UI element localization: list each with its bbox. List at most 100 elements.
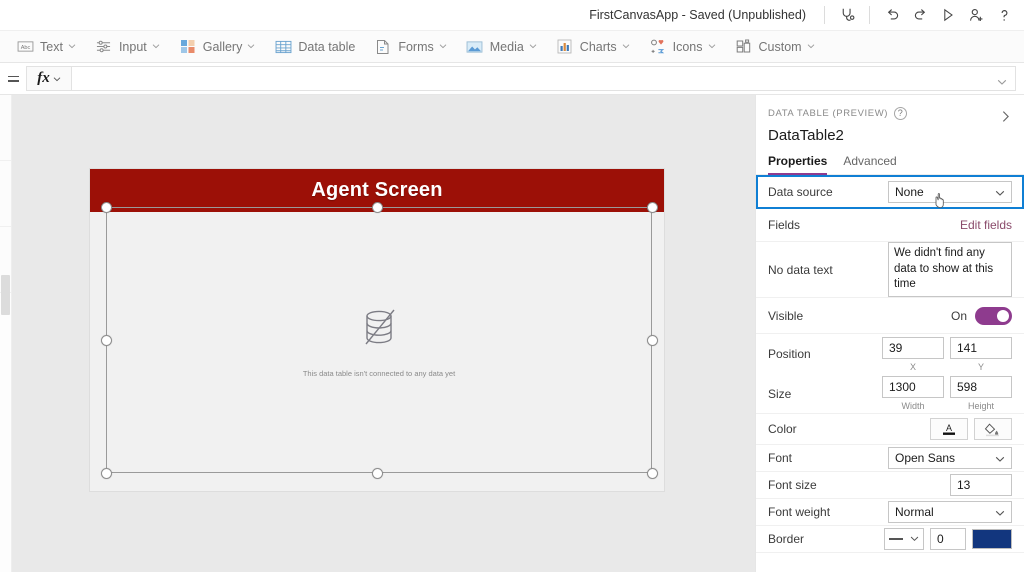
formula-input[interactable] (80, 70, 991, 87)
ribbon-item-label: Data table (298, 39, 356, 54)
no-data-text-input[interactable]: We didn't find any data to show at this … (888, 242, 1012, 297)
undo-icon[interactable] (878, 1, 906, 29)
size-width-group: 1300 Width (882, 376, 944, 411)
help-icon[interactable]: ? (894, 107, 908, 120)
chevron-down-icon (247, 42, 255, 50)
position-x-input[interactable]: 39 (882, 336, 944, 359)
property-row-position[interactable]: Position 39 X 141 Y (756, 334, 1024, 374)
ribbon-item-forms[interactable]: Forms (370, 34, 455, 60)
visible-toggle-wrap[interactable]: On (951, 306, 1012, 325)
edit-fields-link[interactable]: Edit fields (960, 218, 1012, 232)
property-row-font-weight[interactable]: Font weight Normal (756, 499, 1024, 526)
ribbon-item-input[interactable]: Input (91, 34, 169, 60)
size-label: Size (768, 386, 792, 401)
help-icon[interactable] (990, 1, 1018, 29)
ribbon-item-media[interactable]: Media (462, 34, 546, 60)
ribbon-item-label: Charts (579, 39, 617, 54)
font-dropdown[interactable]: Open Sans (888, 447, 1012, 469)
font-size-label: Font size (768, 478, 817, 492)
tab-advanced[interactable]: Advanced (843, 154, 896, 174)
text-color-icon[interactable]: A (930, 418, 968, 440)
collapse-panel-chevron-right-icon[interactable] (996, 107, 1014, 125)
font-weight-dropdown[interactable]: Normal (888, 501, 1012, 523)
visible-label: Visible (768, 308, 804, 323)
data-source-dropdown[interactable]: None (888, 181, 1012, 203)
fill-color-icon[interactable] (974, 418, 1012, 440)
ribbon-item-text[interactable]: Abc Text (12, 34, 85, 60)
property-row-font-size[interactable]: Font size 13 (756, 472, 1024, 499)
ribbon-item-label: Media (489, 39, 524, 54)
position-y-group: 141 Y (950, 336, 1012, 372)
rail-segment[interactable] (0, 161, 11, 227)
data-table-empty-text: This data table isn't connected to any d… (302, 368, 456, 378)
border-label: Border (768, 532, 805, 546)
left-rail (0, 95, 12, 572)
ribbon-item-icons[interactable]: Icons (645, 34, 725, 60)
icons-shapes-icon (649, 38, 667, 56)
border-width-input[interactable]: 0 (930, 528, 966, 550)
resize-handle-middle-left[interactable] (100, 334, 112, 346)
chevron-down-icon (708, 42, 716, 50)
resize-handle-top-center[interactable] (371, 201, 383, 213)
redo-icon[interactable] (906, 1, 934, 29)
ribbon-item-custom[interactable]: Custom (731, 34, 824, 60)
resize-handle-bottom-center[interactable] (371, 467, 383, 479)
ribbon-item-gallery[interactable]: Gallery (175, 34, 265, 60)
custom-components-icon (735, 38, 753, 56)
ribbon-item-charts[interactable]: Charts (552, 34, 639, 60)
chevron-down-icon (53, 70, 61, 88)
svg-text:A: A (946, 423, 952, 433)
fx-label: fx (37, 70, 50, 86)
size-width-input[interactable]: 1300 (882, 376, 944, 398)
rail-segment[interactable] (0, 95, 11, 161)
toolbar-divider (824, 6, 825, 24)
database-disconnected-icon (353, 303, 405, 360)
chevron-down-icon[interactable] (997, 74, 1007, 85)
property-row-visible[interactable]: Visible On (756, 298, 1024, 334)
media-image-icon (466, 38, 484, 56)
ribbon-item-label: Text (40, 39, 63, 54)
border-style-dropdown[interactable] (884, 528, 924, 550)
font-size-input[interactable]: 13 (950, 474, 1012, 496)
top-command-bar: FirstCanvasApp - Saved (Unpublished) (0, 0, 1024, 31)
property-row-data-source[interactable]: Data source None (756, 175, 1024, 209)
resize-handle-top-left[interactable] (100, 201, 112, 213)
resize-handle-bottom-left[interactable] (100, 467, 112, 479)
position-y-input[interactable]: 141 (950, 336, 1012, 359)
chevron-down-icon (622, 42, 630, 50)
tab-properties[interactable]: Properties (768, 154, 828, 175)
property-row-font[interactable]: Font Open Sans (756, 445, 1024, 472)
app-checker-icon[interactable] (833, 1, 861, 29)
property-row-border[interactable]: Border 0 (756, 526, 1024, 553)
fx-property-selector[interactable]: fx (26, 66, 72, 91)
formula-input-wrap[interactable] (72, 66, 1016, 91)
data-table-icon (274, 38, 292, 56)
data-table-control[interactable]: This data table isn't connected to any d… (106, 207, 652, 473)
left-rail-scrollbar-thumb[interactable] (1, 275, 10, 315)
chevron-down-icon (910, 530, 919, 548)
preview-play-icon[interactable] (934, 1, 962, 29)
resize-handle-middle-right[interactable] (646, 334, 658, 346)
menu-hamburger-icon[interactable] (2, 75, 24, 82)
visible-toggle[interactable] (975, 306, 1012, 325)
property-row-color[interactable]: Color A (756, 414, 1024, 445)
app-screen[interactable]: Agent Screen This data table isn't conne… (90, 169, 664, 491)
charts-bar-icon (556, 38, 574, 56)
no-data-text-label: No data text (768, 262, 833, 277)
resize-handle-bottom-right[interactable] (646, 467, 658, 479)
share-add-user-icon[interactable] (962, 1, 990, 29)
ribbon-item-label: Icons (672, 39, 703, 54)
chevron-down-icon (995, 507, 1005, 517)
resize-handle-top-right[interactable] (646, 201, 658, 213)
ribbon-item-data-table[interactable]: Data table (270, 34, 364, 60)
property-row-fields[interactable]: Fields Edit fields (756, 209, 1024, 242)
canvas-area[interactable]: Agent Screen This data table isn't conne… (12, 95, 755, 572)
size-height-input[interactable]: 598 (950, 376, 1012, 398)
chevron-down-icon (995, 187, 1005, 197)
property-row-size[interactable]: Size 1300 Width 598 Height (756, 374, 1024, 414)
gallery-icon (179, 38, 197, 56)
chevron-down-icon (807, 42, 815, 50)
property-row-no-data-text[interactable]: No data text We didn't find any data to … (756, 242, 1024, 298)
border-color-swatch[interactable] (972, 529, 1012, 549)
border-style-line-icon (889, 538, 903, 540)
